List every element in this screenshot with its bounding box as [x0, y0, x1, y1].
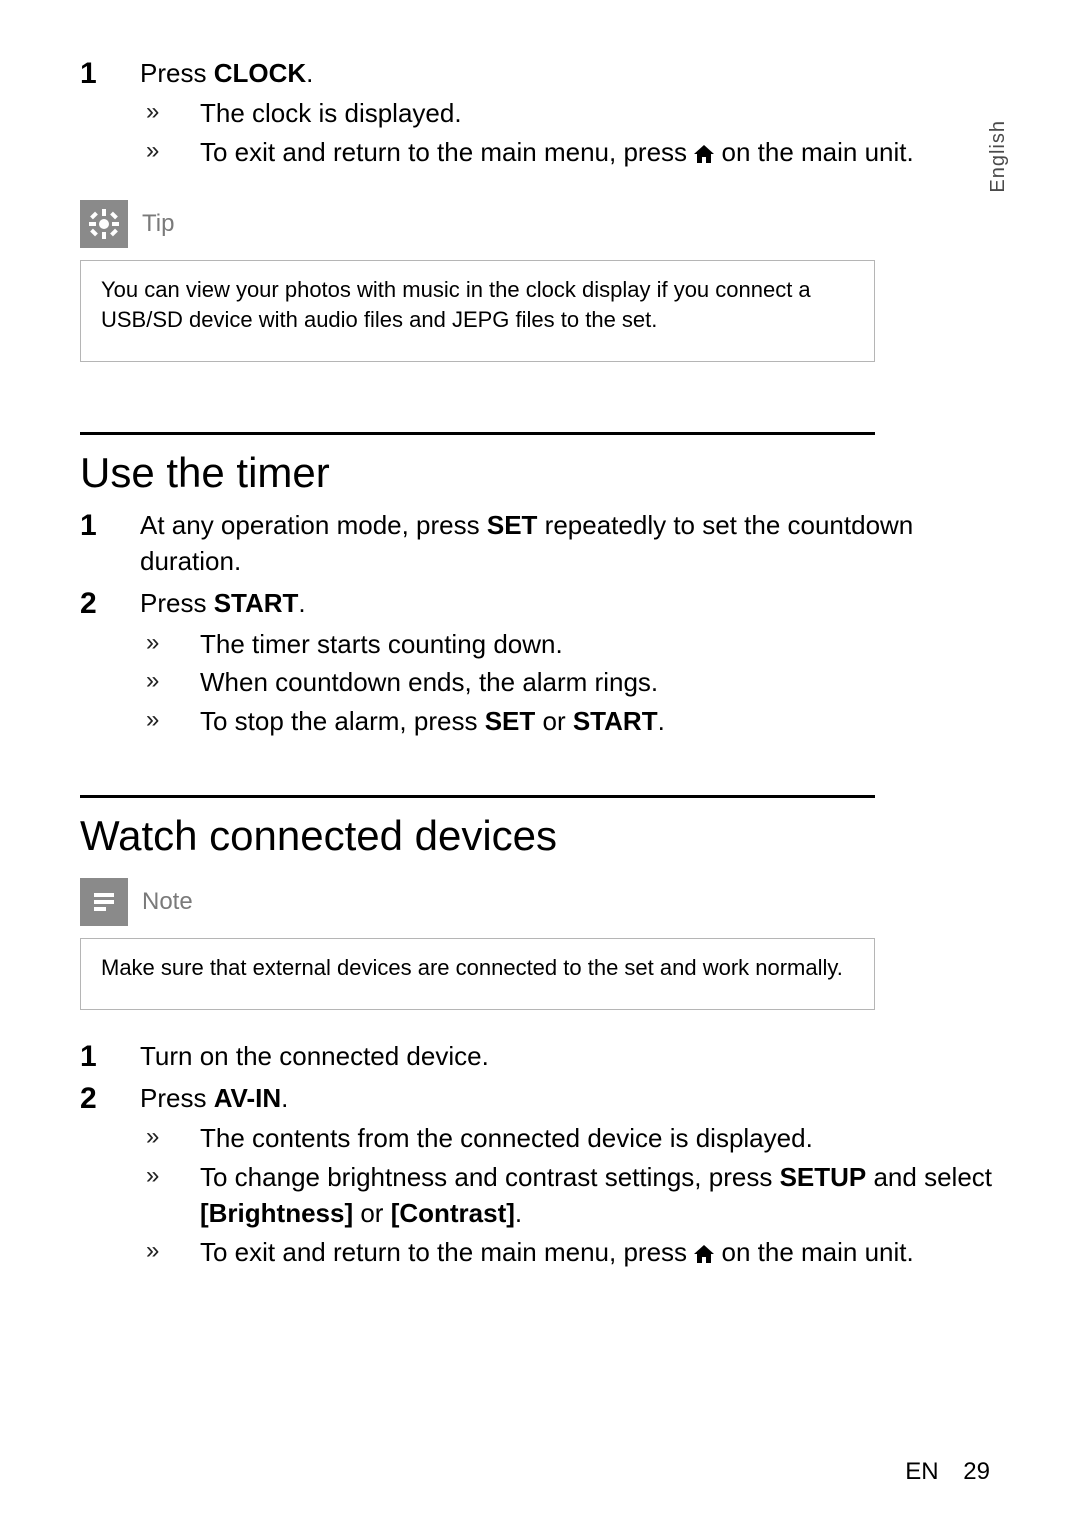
tip-body: You can view your photos with music in t… — [80, 260, 875, 361]
step-press-start: 2 Press START. » The timer starts counti… — [80, 585, 1010, 739]
result-exit-main-menu: » To exit and return to the main menu, p… — [140, 1234, 1010, 1272]
clock-results: » The clock is displayed. » To exit and … — [140, 95, 1010, 172]
step-number: 2 — [80, 1078, 97, 1120]
result-bullet: » — [146, 703, 159, 737]
key-set: SET — [485, 706, 536, 736]
result-clock-displayed: » The clock is displayed. — [140, 95, 1010, 131]
result-bullet: » — [146, 664, 159, 698]
step-number: 2 — [80, 583, 97, 625]
result-bullet: » — [146, 95, 159, 129]
step-set-duration: 1 At any operation mode, press SET repea… — [80, 507, 1010, 580]
key-clock: CLOCK — [214, 58, 306, 88]
step-text-suffix: . — [281, 1083, 288, 1113]
result-exit-main-menu: » To exit and return to the main menu, p… — [140, 134, 1010, 172]
step-text-suffix: . — [306, 58, 313, 88]
result-alarm-rings: » When countdown ends, the alarm rings. — [140, 664, 1010, 700]
step-press-avin: 2 Press AV-IN. » The contents from the c… — [80, 1080, 1010, 1272]
option-contrast: [Contrast] — [391, 1198, 515, 1228]
result-text: The contents from the connected device i… — [200, 1123, 813, 1153]
result-stop-alarm: » To stop the alarm, press SET or START. — [140, 703, 1010, 739]
note-callout: Note Make sure that external devices are… — [80, 878, 875, 1010]
result-bullet: » — [146, 1234, 159, 1268]
result-bullet: » — [146, 134, 159, 168]
tip-icon — [80, 200, 128, 248]
page-content: 1 Press CLOCK. » The clock is displayed.… — [0, 0, 1080, 1272]
note-icon — [80, 878, 128, 926]
result-text-b: on the main unit. — [722, 1237, 914, 1267]
home-icon — [694, 136, 714, 172]
result-bullet: » — [146, 1159, 159, 1193]
step-number: 1 — [80, 505, 97, 547]
result-text-end: . — [515, 1198, 522, 1228]
step-text-a: At any operation mode, press — [140, 510, 487, 540]
watch-results: » The contents from the connected device… — [140, 1120, 1010, 1272]
heading-watch-devices: Watch connected devices — [80, 795, 875, 860]
result-text-mid: or — [535, 706, 573, 736]
step-number: 1 — [80, 53, 97, 95]
result-text-mid: or — [353, 1198, 391, 1228]
home-icon — [694, 1236, 714, 1272]
heading-use-timer: Use the timer — [80, 432, 875, 497]
timer-results: » The timer starts counting down. » When… — [140, 626, 1010, 739]
result-countdown-start: » The timer starts counting down. — [140, 626, 1010, 662]
key-setup: SETUP — [780, 1162, 867, 1192]
key-avin: AV-IN — [214, 1083, 281, 1113]
result-text: The timer starts counting down. — [200, 629, 563, 659]
result-text-b: on the main unit. — [722, 137, 914, 167]
key-start: START — [214, 588, 299, 618]
step-text-prefix: Press — [140, 58, 214, 88]
timer-steps: 1 At any operation mode, press SET repea… — [80, 507, 1010, 739]
watch-steps: 1 Turn on the connected device. 2 Press … — [80, 1038, 1010, 1272]
result-contents-displayed: » The contents from the connected device… — [140, 1120, 1010, 1156]
step-text: Turn on the connected device. — [140, 1041, 489, 1071]
result-text: When countdown ends, the alarm rings. — [200, 667, 658, 697]
result-text: The clock is displayed. — [200, 98, 462, 128]
tip-callout: Tip You can view your photos with music … — [80, 200, 875, 361]
step-text-suffix: . — [298, 588, 305, 618]
key-start: START — [573, 706, 658, 736]
result-change-brightness: » To change brightness and contrast sett… — [140, 1159, 1010, 1232]
step-text-prefix: Press — [140, 588, 214, 618]
footer-page-number: 29 — [963, 1458, 990, 1485]
result-text-end: . — [658, 706, 665, 736]
page-footer: EN 29 — [905, 1458, 990, 1486]
note-label: Note — [142, 888, 193, 916]
step-number: 1 — [80, 1036, 97, 1078]
tip-label: Tip — [142, 210, 174, 238]
step-text-prefix: Press — [140, 1083, 214, 1113]
step-press-clock: 1 Press CLOCK. » The clock is displayed.… — [80, 55, 1010, 172]
result-bullet: » — [146, 1120, 159, 1154]
result-text-a: To stop the alarm, press — [200, 706, 485, 736]
result-bullet: » — [146, 626, 159, 660]
key-set: SET — [487, 510, 538, 540]
clock-steps: 1 Press CLOCK. » The clock is displayed.… — [80, 55, 1010, 172]
result-text-a: To exit and return to the main menu, pre… — [200, 137, 694, 167]
footer-lang: EN — [905, 1458, 938, 1485]
option-brightness: [Brightness] — [200, 1198, 353, 1228]
result-text-a: To change brightness and contrast settin… — [200, 1162, 780, 1192]
result-text-a: To exit and return to the main menu, pre… — [200, 1237, 694, 1267]
result-text-b: and select — [866, 1162, 992, 1192]
note-body: Make sure that external devices are conn… — [80, 938, 875, 1010]
note-header: Note — [80, 878, 875, 926]
tip-header: Tip — [80, 200, 875, 248]
step-turn-on-device: 1 Turn on the connected device. — [80, 1038, 1010, 1074]
